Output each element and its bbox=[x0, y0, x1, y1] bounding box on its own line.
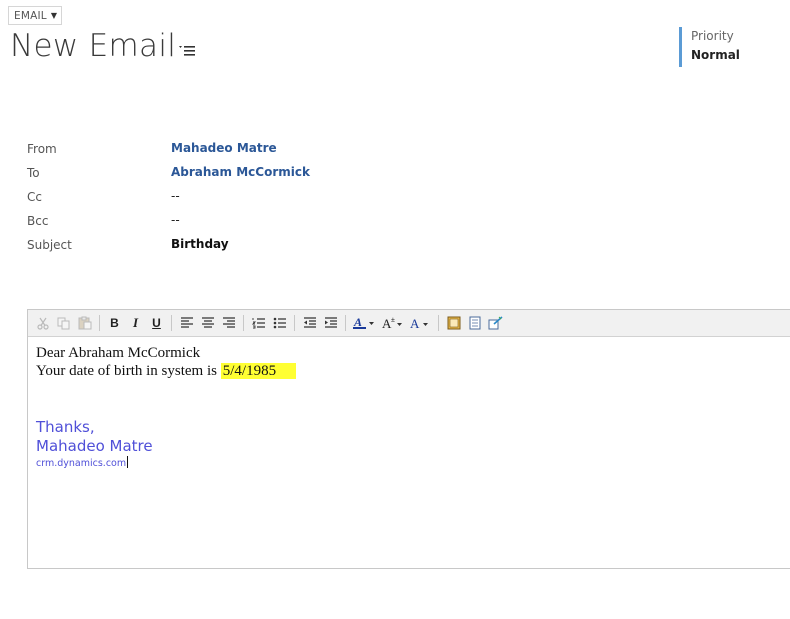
email-body[interactable]: Dear Abraham McCormick Your date of birt… bbox=[36, 344, 790, 560]
copy-icon[interactable] bbox=[53, 313, 74, 333]
to-value[interactable]: Abraham McCormick bbox=[171, 165, 310, 179]
body-dob-line: Your date of birth in system is 5/4/1985 bbox=[36, 362, 790, 380]
bcc-label: Bcc bbox=[27, 214, 49, 228]
highlight-color-icon[interactable]: A bbox=[350, 313, 378, 333]
toolbar-separator bbox=[99, 315, 100, 331]
align-center-icon[interactable] bbox=[197, 313, 218, 333]
decrease-indent-icon[interactable] bbox=[299, 313, 320, 333]
priority-label: Priority bbox=[691, 29, 734, 43]
font-color-icon[interactable]: A bbox=[406, 313, 434, 333]
priority-header-field[interactable]: Priority Normal bbox=[679, 27, 740, 67]
italic-icon[interactable]: I bbox=[125, 313, 146, 333]
paste-icon[interactable] bbox=[74, 313, 95, 333]
page-title: New Email bbox=[10, 28, 177, 64]
chevron-down-icon: ▼ bbox=[50, 11, 58, 20]
form-menu-icon[interactable] bbox=[179, 43, 195, 57]
entity-type-label: EMAIL bbox=[14, 9, 47, 22]
subject-label: Subject bbox=[27, 238, 72, 252]
toolbar-separator bbox=[171, 315, 172, 331]
spellcheck-icon[interactable] bbox=[485, 313, 506, 333]
insert-template-icon[interactable] bbox=[464, 313, 485, 333]
priority-value[interactable]: Normal bbox=[691, 45, 740, 65]
toolbar-separator bbox=[294, 315, 295, 331]
svg-text:A: A bbox=[410, 316, 420, 330]
cut-icon[interactable] bbox=[32, 313, 53, 333]
signature-name: Mahadeo Matre bbox=[36, 437, 153, 455]
align-right-icon[interactable] bbox=[218, 313, 239, 333]
bullet-list-icon[interactable] bbox=[269, 313, 290, 333]
signature-site: crm.dynamics.com bbox=[36, 458, 127, 469]
increase-indent-icon[interactable] bbox=[320, 313, 341, 333]
body-dob-prefix: Your date of birth in system is bbox=[36, 363, 221, 379]
body-dob-value: 5/4/1985 bbox=[220, 363, 297, 379]
from-value[interactable]: Mahadeo Matre bbox=[171, 141, 277, 155]
signature-site-line: crm.dynamics.com bbox=[36, 456, 790, 470]
svg-text:±: ± bbox=[391, 317, 395, 324]
toolbar-separator bbox=[243, 315, 244, 331]
body-greeting: Dear Abraham McCormick bbox=[36, 345, 201, 361]
toolbar-separator bbox=[438, 315, 439, 331]
from-label: From bbox=[27, 142, 57, 156]
signature-thanks: Thanks, bbox=[36, 418, 95, 436]
cc-label: Cc bbox=[27, 190, 42, 204]
numbered-list-icon[interactable] bbox=[248, 313, 269, 333]
to-label: To bbox=[27, 166, 40, 180]
align-left-icon[interactable] bbox=[176, 313, 197, 333]
cc-value[interactable]: -- bbox=[171, 189, 180, 203]
toolbar-separator bbox=[345, 315, 346, 331]
editor-toolbar: B I U A A ± A bbox=[28, 310, 790, 337]
entity-type-dropdown[interactable]: EMAIL ▼ bbox=[8, 6, 63, 25]
bold-icon[interactable]: B bbox=[104, 313, 125, 333]
underline-icon[interactable]: U bbox=[146, 313, 167, 333]
insert-image-icon[interactable] bbox=[443, 313, 464, 333]
rich-text-editor[interactable]: B I U A A ± A Dear Abraham McCormick You… bbox=[27, 309, 790, 569]
font-size-icon[interactable]: A ± bbox=[378, 313, 406, 333]
text-cursor bbox=[127, 456, 129, 468]
subject-value[interactable]: Birthday bbox=[171, 237, 229, 251]
bcc-value[interactable]: -- bbox=[171, 213, 180, 227]
